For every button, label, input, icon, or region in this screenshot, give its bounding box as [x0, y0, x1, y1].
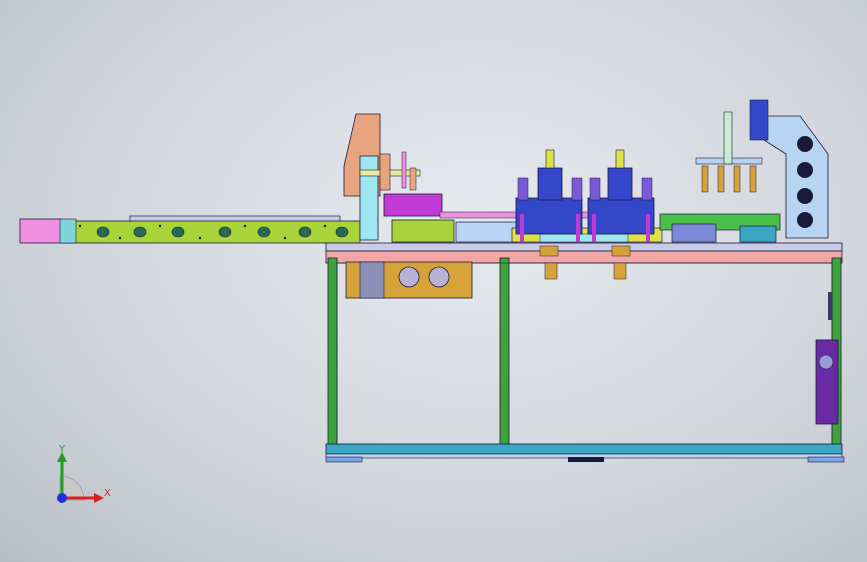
conveyor-end-block	[19, 218, 63, 244]
bolt	[78, 224, 82, 228]
axis-triad: Y X	[57, 444, 111, 503]
foot-middle	[568, 457, 604, 462]
conveyor-hole	[218, 226, 232, 238]
gantry-upright	[359, 155, 379, 241]
cabinet-knob	[818, 354, 834, 370]
station-post	[723, 111, 733, 165]
under-table-plate	[345, 261, 473, 299]
press-unit-right	[587, 149, 655, 242]
plate-block	[359, 261, 385, 299]
plate-hole	[398, 266, 420, 288]
bracket-hole	[797, 162, 813, 178]
press-side	[571, 177, 583, 201]
press-rod	[545, 149, 555, 169]
bracket-hole	[797, 212, 813, 228]
triad-origin	[57, 493, 67, 503]
press-side	[641, 177, 653, 201]
frame-leg-left	[327, 257, 338, 455]
gripper	[401, 151, 407, 189]
bracket-mount	[749, 99, 769, 141]
pick-finger	[701, 165, 709, 193]
fixture-rail	[455, 221, 517, 243]
press-side	[589, 177, 601, 201]
plate-hole	[428, 266, 450, 288]
gantry-head	[379, 153, 391, 191]
bracket-hole	[797, 188, 813, 204]
conveyor-hole	[133, 226, 147, 238]
press-base	[587, 197, 655, 235]
foot-right	[807, 456, 845, 463]
pick-finger	[717, 165, 725, 193]
foot-left	[325, 456, 363, 463]
die-block	[539, 245, 559, 257]
triad-y-label: Y	[58, 444, 66, 455]
frame-leg-middle	[499, 257, 510, 455]
press-base	[515, 197, 583, 235]
press-head	[607, 167, 633, 201]
press-guide	[592, 214, 596, 242]
press-guide	[576, 214, 580, 242]
table-top-plate	[325, 242, 843, 252]
gantry-purple-mount	[383, 193, 443, 217]
pick-finger	[733, 165, 741, 193]
press-side	[517, 177, 529, 201]
conveyor-end-plate	[59, 218, 77, 244]
bracket-hole	[797, 136, 813, 152]
press-unit-left	[515, 149, 583, 242]
press-guide	[646, 214, 650, 242]
support-stub	[544, 262, 558, 280]
cabinet-body	[815, 339, 839, 425]
station-fixture	[739, 225, 777, 243]
transfer-gantry	[343, 113, 455, 243]
bottom-beam	[325, 443, 843, 455]
bolt	[243, 224, 247, 228]
conveyor-hole	[171, 226, 185, 238]
infeed-conveyor	[19, 215, 361, 244]
conveyor-hole	[298, 226, 312, 238]
triad-x-label: X	[104, 488, 111, 499]
press-rod	[615, 149, 625, 169]
conveyor-hole	[257, 226, 271, 238]
conveyor-hole	[335, 226, 349, 238]
bolt	[283, 236, 287, 240]
bolt	[198, 236, 202, 240]
cad-viewport[interactable]: Y X	[0, 0, 867, 562]
cyan-slide	[539, 233, 629, 243]
press-guide	[520, 214, 524, 242]
die-block	[611, 245, 631, 257]
press-head	[537, 167, 563, 201]
cabinet-handle	[828, 292, 832, 320]
support-stub	[613, 262, 627, 280]
bolt	[158, 224, 162, 228]
top-beam	[325, 250, 843, 264]
bolt	[323, 224, 327, 228]
gantry-green-block	[391, 219, 455, 243]
gripper	[409, 167, 417, 191]
pick-finger	[749, 165, 757, 193]
station-fixture	[671, 223, 717, 243]
triad-x-arrow	[94, 493, 104, 503]
machine-drawing: Y X	[19, 99, 845, 503]
conveyor-hole	[96, 226, 110, 238]
bolt	[118, 236, 122, 240]
